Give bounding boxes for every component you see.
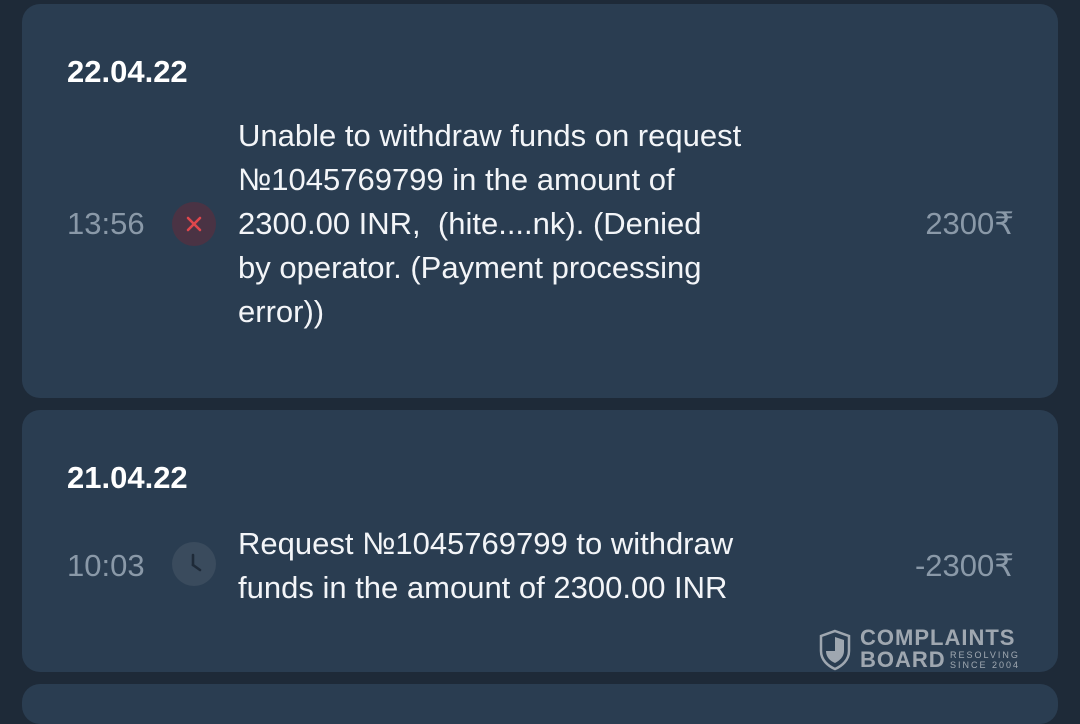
transaction-card[interactable]: 22.04.22 13:56 Unable to withdraw funds … <box>22 4 1058 398</box>
transaction-amount: 2300₹ <box>925 206 1014 241</box>
watermark-title: COMPLAINTS <box>860 625 1016 650</box>
transaction-description: Unable to withdraw funds on request №104… <box>238 118 742 329</box>
transaction-time: 10:03 <box>67 548 145 583</box>
watermark-subtitle: BOARD <box>860 647 946 672</box>
clock-icon <box>172 542 216 586</box>
transaction-date: 22.04.22 <box>67 54 188 89</box>
transaction-time: 13:56 <box>67 206 145 241</box>
transaction-date: 21.04.22 <box>67 460 188 495</box>
transaction-card[interactable] <box>22 684 1058 724</box>
watermark-tag: RESOLVING <box>950 650 1020 660</box>
shield-icon <box>819 629 851 671</box>
close-icon <box>172 202 216 246</box>
complaints-board-watermark: COMPLAINTS BOARD RESOLVING SINCE 2004 <box>818 627 1038 673</box>
watermark-tag: SINCE 2004 <box>950 660 1021 670</box>
transaction-description: Request №1045769799 to withdraw funds in… <box>238 526 734 605</box>
transaction-amount: -2300₹ <box>914 548 1014 583</box>
